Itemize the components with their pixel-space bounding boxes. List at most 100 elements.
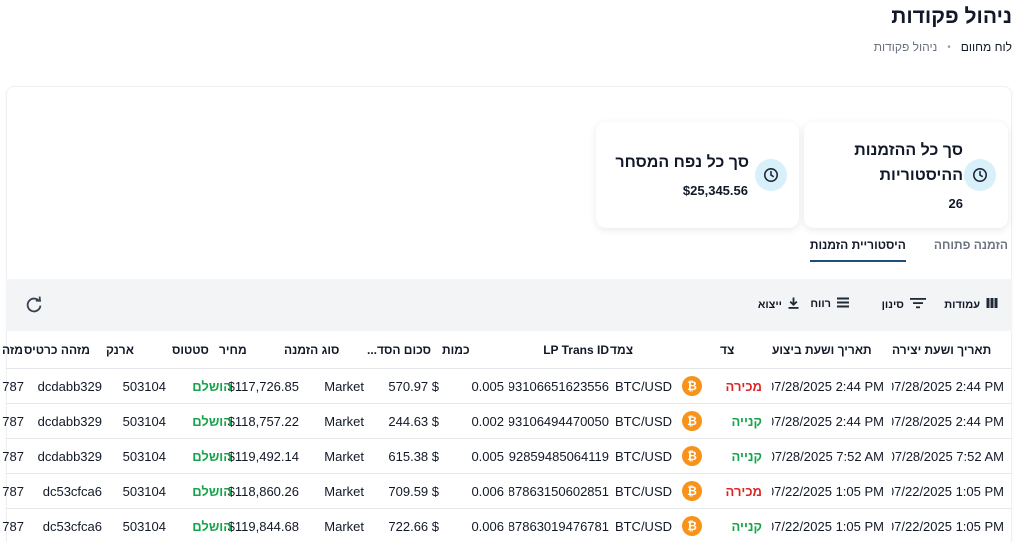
cell-card-id: dc53cfca6 xyxy=(42,483,102,499)
refresh-icon[interactable] xyxy=(24,295,44,315)
stat-card-historic-orders: סך כל ההזמנות ההיסטוריות 26 xyxy=(804,122,1008,228)
tab-open-orders[interactable]: הזמנה פתוחה xyxy=(934,236,1008,262)
header-quantity[interactable]: כמות xyxy=(442,331,504,368)
cell-wallet: 503104 xyxy=(122,518,166,534)
stat-value-trade-volume: $25,345.56 xyxy=(682,183,748,198)
header-total[interactable]: סכום הסד... xyxy=(367,331,439,368)
table-body: 07/28/2025 2:44 PM 07/28/2025 2:44 PM מכיר… xyxy=(2,369,1012,542)
cell-total: 615.38 $ xyxy=(388,448,439,464)
cell-card-id: dcdabb329 xyxy=(37,448,102,464)
cell-total: 722.66 $ xyxy=(388,518,439,534)
columns-icon xyxy=(986,297,998,312)
bitcoin-icon: ₿ xyxy=(682,376,702,396)
columns-button[interactable]: עמודות xyxy=(944,297,998,312)
stat-label-historic-orders: סך כל ההזמנות ההיסטוריות xyxy=(854,142,963,184)
header-created[interactable]: תאריך ושעת יצירה xyxy=(892,331,1004,368)
header-wallet[interactable]: ארנק xyxy=(106,331,166,368)
cell-lp-trans-id: 187863150602851 xyxy=(509,483,609,499)
stat-card-trade-volume: סך כל נפח המסחר $25,345.56 xyxy=(596,122,799,228)
header-executed[interactable]: תאריך ושעת ביצוע xyxy=(772,331,884,368)
stat-label-trade-volume: סך כל נפח המסחר xyxy=(615,154,749,171)
cell-side: מכירה xyxy=(725,483,762,499)
table-row[interactable]: 07/28/2025 2:44 PM 07/28/2025 2:44 PM מכיר… xyxy=(2,369,1012,404)
cell-total: 244.63 $ xyxy=(388,413,439,429)
cell-id: 787 xyxy=(2,448,24,464)
breadcrumb-separator: • xyxy=(947,41,951,53)
export-button[interactable]: ייצוא xyxy=(758,297,799,312)
export-label: ייצוא xyxy=(757,298,782,311)
cell-wallet: 503104 xyxy=(122,483,166,499)
breadcrumb-current: ניהול פקודות xyxy=(873,40,938,54)
cell-card-id: dcdabb329 xyxy=(37,378,102,394)
cell-id: 787 xyxy=(2,483,24,499)
cell-created: 07/28/2025 2:44 PM xyxy=(892,413,1004,429)
breadcrumb-home-link[interactable]: לוח מחוום xyxy=(961,40,1012,54)
density-icon xyxy=(837,297,849,311)
orders-page: ניהול פקודות לוח מחוום • ניהול פקודות סך… xyxy=(0,0,1024,542)
cell-id: 787 xyxy=(2,413,24,429)
cell-executed: 07/22/2025 1:05 PM xyxy=(772,518,884,534)
header-status[interactable]: סטטוס xyxy=(172,331,232,368)
cell-status: הושלם xyxy=(192,378,232,394)
page-title: ניהול פקודות xyxy=(891,5,1012,28)
cell-pair: BTC/USD xyxy=(614,448,672,464)
cell-quantity: 0.006 xyxy=(471,518,504,534)
table-header-row: תאריך ושעת יצירה תאריך ושעת ביצוע צד צמד… xyxy=(2,331,1012,369)
header-card-id[interactable]: מזהה כרטיס xyxy=(24,331,102,368)
cell-created: 07/28/2025 2:44 PM xyxy=(892,378,1004,394)
tab-order-history[interactable]: היסטוריית הזמנות xyxy=(809,236,906,262)
cell-wallet: 503104 xyxy=(122,378,166,394)
cell-total: 709.59 $ xyxy=(388,483,439,499)
header-side[interactable]: צד xyxy=(720,331,762,368)
cell-card-id: dcdabb329 xyxy=(37,413,102,429)
clock-icon xyxy=(755,159,787,191)
bitcoin-icon: ₿ xyxy=(682,446,702,466)
cell-created: 07/22/2025 1:05 PM xyxy=(892,483,1004,499)
bitcoin-icon: ₿ xyxy=(682,481,702,501)
cell-pair: BTC/USD xyxy=(614,518,672,534)
header-lp-trans-id[interactable]: LP Trans ID xyxy=(509,331,609,368)
cell-quantity: 0.006 xyxy=(471,483,504,499)
table-row[interactable]: 07/28/2025 7:52 AM 07/28/2025 7:52 AM קניי… xyxy=(2,439,1012,474)
table-row[interactable]: 07/22/2025 1:05 PM 07/22/2025 1:05 PM מכיר… xyxy=(2,474,1012,509)
cell-lp-trans-id: 192859485064119 xyxy=(509,448,609,464)
filter-button[interactable]: סינון xyxy=(882,297,926,312)
table-toolbar: עמודות סינון רווח ייצוא xyxy=(6,279,1012,331)
cell-card-id: dc53cfca6 xyxy=(42,518,102,534)
table-row[interactable]: 07/28/2025 2:44 PM 07/28/2025 2:44 PM קניי… xyxy=(2,404,1012,439)
filter-label: סינון xyxy=(881,298,904,311)
cell-status: הושלם xyxy=(192,448,232,464)
cell-quantity: 0.005 xyxy=(471,378,504,394)
header-id[interactable]: מזה xyxy=(2,331,24,368)
clock-icon xyxy=(964,159,996,191)
cell-status: הושלם xyxy=(192,518,232,534)
cell-lp-trans-id: 187863019476781 xyxy=(509,518,609,534)
cell-executed: 07/22/2025 1:05 PM xyxy=(772,483,884,499)
header-pair[interactable]: צמד xyxy=(610,331,702,368)
bitcoin-icon: ₿ xyxy=(682,411,702,431)
cell-side: מכירה xyxy=(725,378,762,394)
cell-created: 07/22/2025 1:05 PM xyxy=(892,518,1004,534)
cell-side: קנייה xyxy=(731,518,762,534)
filter-icon xyxy=(910,297,926,312)
download-icon xyxy=(788,297,799,312)
cell-lp-trans-id: 193106651623556 xyxy=(509,378,609,394)
order-tabs: הזמנה פתוחה היסטוריית הזמנות xyxy=(809,236,1008,262)
cell-wallet: 503104 xyxy=(122,413,166,429)
cell-executed: 07/28/2025 2:44 PM xyxy=(772,378,884,394)
cell-wallet: 503104 xyxy=(122,448,166,464)
breadcrumb: לוח מחוום • ניהול פקודות xyxy=(874,40,1012,54)
cell-side: קנייה xyxy=(731,448,762,464)
cell-pair: BTC/USD xyxy=(614,413,672,429)
stat-value-historic-orders: 26 xyxy=(948,196,963,211)
cell-executed: 07/28/2025 7:52 AM xyxy=(772,448,884,464)
table-row[interactable]: 07/22/2025 1:05 PM 07/22/2025 1:05 PM קניי… xyxy=(2,509,1012,542)
density-label: רווח xyxy=(810,298,831,310)
cell-quantity: 0.002 xyxy=(471,413,504,429)
cell-pair: BTC/USD xyxy=(614,378,672,394)
cell-quantity: 0.005 xyxy=(471,448,504,464)
cell-id: 787 xyxy=(2,378,24,394)
columns-label: עמודות xyxy=(944,298,980,311)
density-button[interactable]: רווח xyxy=(810,297,849,311)
cell-id: 787 xyxy=(2,518,24,534)
